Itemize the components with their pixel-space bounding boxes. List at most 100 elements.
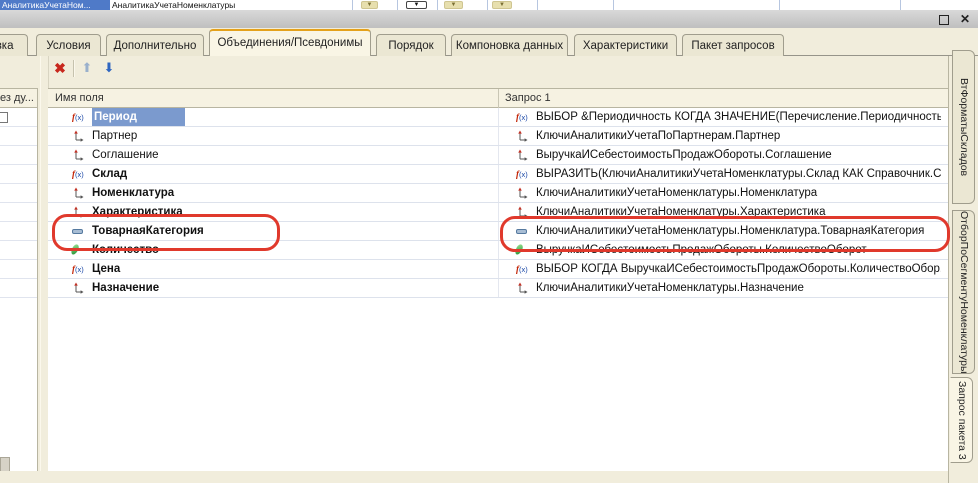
fields-grid: Имя поля Запрос 1 f(x) Период f(x) ВЫБОР &П… bbox=[48, 88, 948, 471]
query-expression-cell[interactable]: ВыручкаИСебестоимостьПродажОбороты.Согла… bbox=[536, 146, 941, 164]
field-name-cell[interactable]: Цена bbox=[92, 260, 492, 278]
left-panel-list[interactable] bbox=[0, 108, 38, 471]
bottom-margin bbox=[0, 471, 948, 483]
field-name-cell[interactable]: Склад bbox=[92, 165, 492, 183]
left-panel-header: ез ду... bbox=[0, 88, 38, 108]
function-icon: f(x) bbox=[516, 111, 530, 124]
left-panel-row[interactable] bbox=[0, 165, 37, 184]
column-header-query1[interactable]: Запрос 1 bbox=[505, 89, 551, 108]
query-expression-cell[interactable]: ВЫБОР &Периодичность КОГДА ЗНАЧЕНИЕ(Пере… bbox=[536, 108, 941, 126]
field-row[interactable]: Количество ВыручкаИСебестоимостьПродажОбо… bbox=[48, 241, 948, 260]
background-grid-line bbox=[397, 0, 398, 10]
column-header-field-name[interactable]: Имя поля bbox=[55, 89, 104, 108]
field-row[interactable]: f(x) Склад f(x) ВЫРАЗИТЬ(КлючиАналитикиУчет… bbox=[48, 165, 948, 184]
left-panel-row[interactable] bbox=[0, 203, 37, 222]
function-icon: f(x) bbox=[72, 111, 86, 124]
dimension-axes-icon bbox=[516, 282, 530, 295]
query-expression-cell[interactable]: ВЫРАЗИТЬ(КлючиАналитикиУчетаНоменклатуры… bbox=[536, 165, 941, 183]
move-down-button[interactable]: ⬇ bbox=[100, 58, 118, 78]
query-expression-cell[interactable]: ВЫБОР КОГДА ВыручкаИСебестоимостьПродажО… bbox=[536, 260, 941, 278]
query-expression-cell[interactable]: КлючиАналитикиУчетаНоменклатуры.Характер… bbox=[536, 203, 941, 221]
function-icon: f(x) bbox=[72, 263, 86, 276]
field-name-cell[interactable]: Номенклатура bbox=[92, 184, 492, 202]
background-window-row: АналитикаУчетаНом... АналитикаУчетаНомен… bbox=[0, 0, 978, 10]
field-row[interactable]: Партнер КлючиАналитикиУчетаПоПартнерам.Па… bbox=[48, 127, 948, 146]
dropdown-button[interactable]: ▼ bbox=[406, 1, 427, 9]
dropdown-button[interactable]: ▼ bbox=[361, 1, 378, 9]
left-panel-row[interactable] bbox=[0, 127, 37, 146]
background-grid-line bbox=[352, 0, 353, 10]
move-up-button[interactable]: ⬆ bbox=[78, 58, 96, 78]
dash-field-icon bbox=[516, 229, 527, 234]
query-expression-cell[interactable]: КлючиАналитикиУчетаПоПартнерам.Партнер bbox=[536, 127, 941, 145]
field-row[interactable]: Назначение КлючиАналитикиУчетаНоменклатур… bbox=[48, 279, 948, 298]
side-tab-1[interactable]: ВтФорматыСкладов bbox=[952, 50, 975, 204]
dimension-axes-icon bbox=[72, 130, 86, 143]
tab-4[interactable]: Порядок bbox=[376, 34, 446, 56]
background-grid-line bbox=[487, 0, 488, 10]
dimension-axes-icon bbox=[516, 130, 530, 143]
query-package-tab-strip: ВтФорматыСкладовОтборПоСегментуНоменклат… bbox=[948, 56, 978, 483]
title-bar: ✕ bbox=[0, 10, 978, 28]
dimension-axes-icon bbox=[72, 206, 86, 219]
tab-bar: зка УсловияДополнительноОбъединения/Псев… bbox=[0, 28, 978, 56]
tab-1[interactable]: Условия bbox=[36, 34, 101, 56]
field-row[interactable]: f(x) Цена f(x) ВЫБОР КОГДА ВыручкаИСебестои… bbox=[48, 260, 948, 279]
column-divider[interactable] bbox=[498, 89, 499, 108]
tab-partial-left[interactable]: зка bbox=[0, 34, 28, 56]
resource-icon bbox=[70, 243, 80, 256]
background-selected-cell[interactable]: АналитикаУчетаНом... bbox=[0, 0, 110, 10]
tab-6[interactable]: Характеристики bbox=[574, 34, 677, 56]
left-panel-row[interactable] bbox=[0, 146, 37, 165]
dimension-axes-icon bbox=[72, 149, 86, 162]
background-grid-line bbox=[779, 0, 780, 10]
query-expression-cell[interactable]: КлючиАналитикиУчетаНоменклатуры.Номенкла… bbox=[536, 184, 941, 202]
field-name-cell[interactable]: Назначение bbox=[92, 279, 492, 297]
close-button[interactable]: ✕ bbox=[957, 12, 973, 26]
dimension-axes-icon bbox=[516, 187, 530, 200]
field-name-cell[interactable]: Партнер bbox=[92, 127, 492, 145]
field-row[interactable]: Соглашение ВыручкаИСебестоимостьПродажОбо… bbox=[48, 146, 948, 165]
tab-5[interactable]: Компоновка данных bbox=[451, 34, 568, 56]
left-panel-row[interactable] bbox=[0, 279, 37, 298]
dimension-axes-icon bbox=[72, 187, 86, 200]
dimension-axes-icon bbox=[72, 282, 86, 295]
selected-cell-highlight: Период bbox=[92, 108, 185, 126]
left-panel-row[interactable] bbox=[0, 184, 37, 203]
query-designer-window: АналитикаУчетаНом... АналитикаУчетаНомен… bbox=[0, 0, 978, 483]
field-row[interactable]: Номенклатура КлючиАналитикиУчетаНоменклат… bbox=[48, 184, 948, 203]
dropdown-button[interactable]: ▼ bbox=[492, 1, 512, 9]
query-expression-cell[interactable]: ВыручкаИСебестоимостьПродажОбороты.Колич… bbox=[536, 241, 941, 259]
left-panel-row[interactable] bbox=[0, 222, 37, 241]
maximize-icon bbox=[939, 15, 949, 25]
field-name-cell[interactable]: Количество bbox=[92, 241, 492, 259]
field-name-cell[interactable]: Период bbox=[92, 108, 492, 126]
query-expression-cell[interactable]: КлючиАналитикиУчетаНоменклатуры.Назначен… bbox=[536, 279, 941, 297]
dropdown-button[interactable]: ▼ bbox=[444, 1, 463, 9]
field-row[interactable]: Характеристика КлючиАналитикиУчетаНоменкл… bbox=[48, 203, 948, 222]
function-icon: f(x) bbox=[72, 168, 86, 181]
left-panel-row[interactable] bbox=[0, 260, 37, 279]
maximize-button[interactable] bbox=[936, 12, 952, 26]
left-panel-row[interactable] bbox=[0, 241, 37, 260]
tab-7[interactable]: Пакет запросов bbox=[682, 34, 784, 56]
field-row[interactable]: f(x) Период f(x) ВЫБОР &Периодичность КОГДА… bbox=[48, 108, 948, 127]
side-tab-3[interactable]: Запрос пакета 3 bbox=[950, 377, 973, 463]
tab-2[interactable]: Дополнительно bbox=[106, 34, 204, 56]
dimension-axes-icon bbox=[516, 206, 530, 219]
side-tab-2[interactable]: ОтборПоСегментуНоменклатуры bbox=[952, 210, 975, 374]
function-icon: f(x) bbox=[516, 263, 530, 276]
field-name-cell[interactable]: Соглашение bbox=[92, 146, 492, 164]
checkbox[interactable] bbox=[0, 112, 8, 123]
field-name-cell[interactable]: ТоварнаяКатегория bbox=[92, 222, 492, 240]
resource-icon bbox=[514, 243, 524, 256]
grid-body: f(x) Период f(x) ВЫБОР &Периодичность КОГДА… bbox=[48, 108, 948, 471]
delete-button[interactable]: ✖ bbox=[51, 58, 69, 78]
query-expression-cell[interactable]: КлючиАналитикиУчетаНоменклатуры.Номенкла… bbox=[536, 222, 941, 240]
toolbar-divider bbox=[73, 60, 75, 77]
tab-3[interactable]: Объединения/Псевдонимы bbox=[209, 29, 371, 56]
field-name-cell[interactable]: Характеристика bbox=[92, 203, 492, 221]
function-icon: f(x) bbox=[516, 168, 530, 181]
field-row[interactable]: ТоварнаяКатегория КлючиАналитикиУчетаНоме… bbox=[48, 222, 948, 241]
grid-header: Имя поля Запрос 1 bbox=[48, 88, 948, 108]
